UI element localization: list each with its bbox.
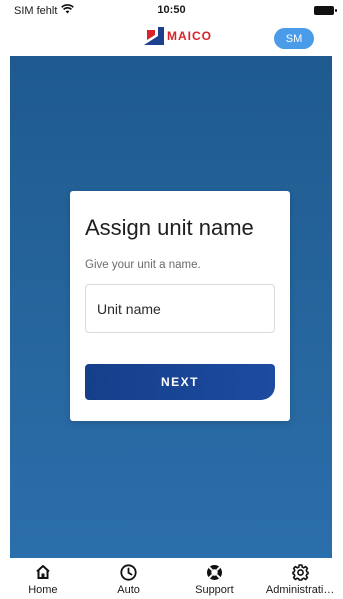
avatar[interactable]: SM <box>274 28 314 49</box>
nav-label-support: Support <box>195 584 234 596</box>
nav-label-auto: Auto <box>117 584 140 596</box>
status-time: 10:50 <box>157 4 186 16</box>
battery-icon <box>314 6 337 15</box>
nav-item-administration[interactable]: Administrati… <box>257 558 343 599</box>
next-button[interactable]: NEXT <box>85 364 275 400</box>
lifebuoy-icon <box>205 563 223 581</box>
gear-icon <box>291 563 309 581</box>
nav-item-auto[interactable]: Auto <box>86 558 172 599</box>
brand-name: MAICO <box>167 29 212 43</box>
status-bar: SIM fehlt 10:50 <box>0 0 343 22</box>
home-icon <box>34 563 52 581</box>
card-title: Assign unit name <box>85 215 254 240</box>
card-subtitle: Give your unit a name. <box>85 259 201 271</box>
brand-logo: MAICO <box>144 27 212 45</box>
assign-name-card: Assign unit name Give your unit a name. … <box>70 191 290 421</box>
nav-item-support[interactable]: Support <box>172 558 258 599</box>
nav-item-home[interactable]: Home <box>0 558 86 599</box>
nav-label-home: Home <box>28 584 58 596</box>
bottom-nav: Home Auto Support Administrati… <box>0 558 343 599</box>
main-content: Assign unit name Give your unit a name. … <box>10 56 332 558</box>
app-header: MAICO SM <box>0 22 343 56</box>
unit-name-input[interactable] <box>85 284 275 333</box>
nav-label-administration: Administrati… <box>265 584 335 596</box>
clock-icon <box>120 563 138 581</box>
maico-logo-icon <box>144 27 164 45</box>
